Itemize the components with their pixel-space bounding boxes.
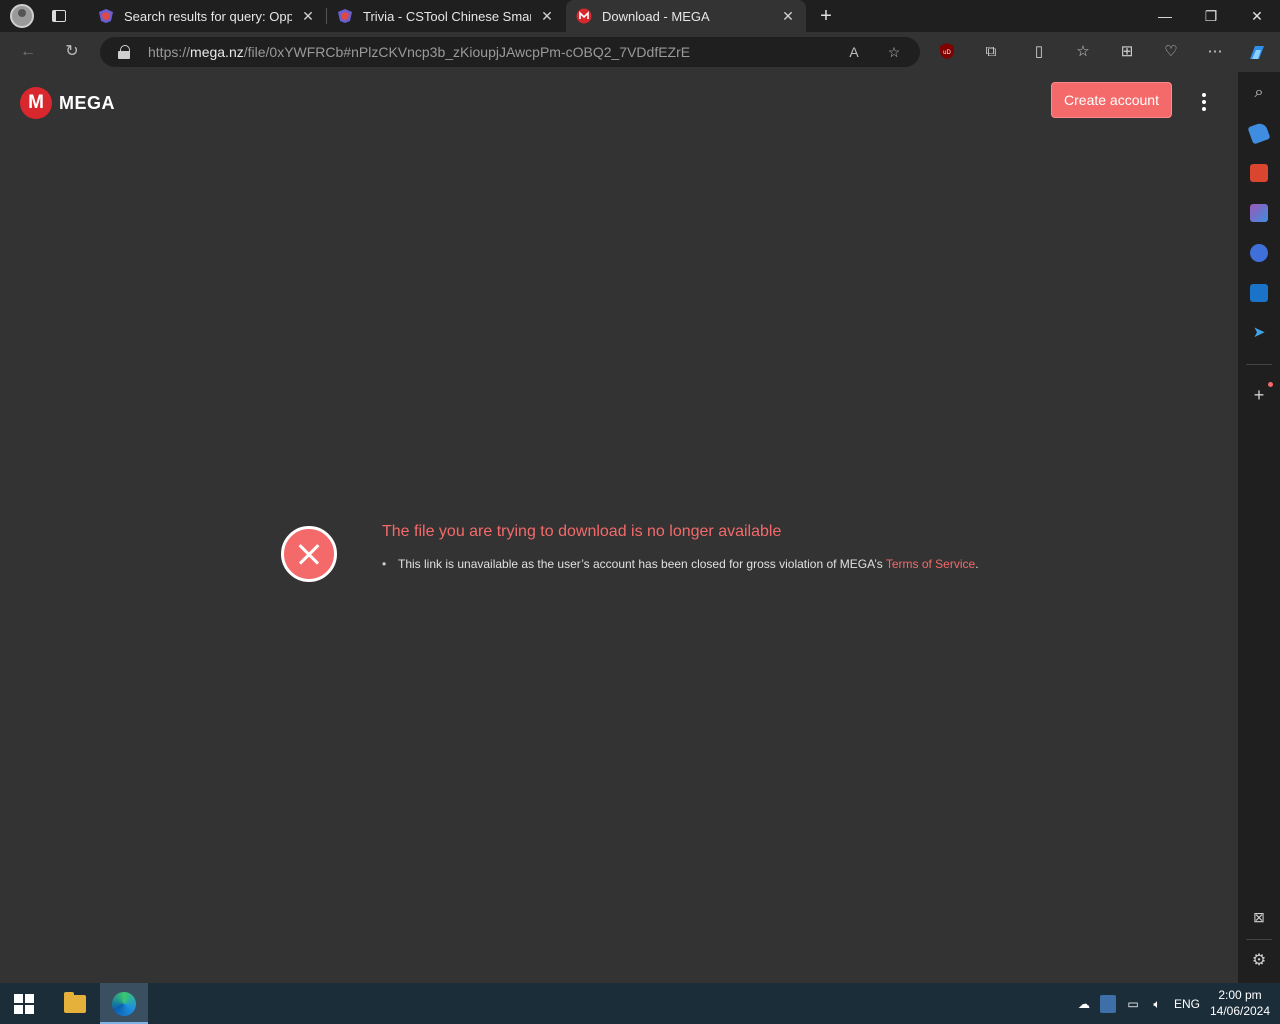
edge-browser-icon [112,992,136,1016]
sidebar-add-plus-icon[interactable]: + [1250,386,1268,404]
new-tab-plus-icon[interactable]: + [814,4,838,28]
extensions-puzzle-icon[interactable]: ⧉ [981,42,1001,62]
sidebar-separator [1246,364,1272,365]
error-x-icon [281,526,337,582]
browser-essentials-icon[interactable]: ♡ [1161,42,1181,62]
tab-search-results[interactable]: Search results for query: Oppo br ✕ [88,0,326,32]
url-text[interactable]: https://mega.nz/file/0xYWFRCb#nPlzCKVncp… [148,44,690,60]
terms-of-service-link[interactable]: Terms of Service [886,557,975,571]
mega-logo-icon: M [20,87,52,119]
ublock-origin-icon[interactable]: uD [937,42,957,62]
url-host: mega.nz [190,44,244,60]
cstool-favicon-icon [99,9,113,23]
mega-logo-text: MEGA [59,92,115,113]
input-language[interactable]: ENG [1172,995,1202,1013]
cstool-favicon-icon [338,9,352,23]
close-window-icon[interactable]: ✕ [1234,0,1280,32]
sidebar-tools-briefcase-icon[interactable] [1250,164,1268,182]
sidebar-settings-gear-icon[interactable]: ⚙ [1250,952,1268,970]
sidebar-microsoft365-icon[interactable] [1250,244,1268,262]
settings-more-icon[interactable]: ⋯ [1205,42,1225,62]
sidebar-outlook-icon[interactable] [1250,284,1268,302]
windows-start-icon[interactable] [14,994,34,1014]
url-scheme: https:// [148,44,191,60]
tab-title: Trivia - CSTool Chinese Smart Pho [363,8,531,24]
sidebar-separator [1246,939,1272,940]
tab-title: Search results for query: Oppo br [124,8,292,24]
close-tab-icon[interactable]: ✕ [300,8,316,25]
tab-download-mega[interactable]: Download - MEGA ✕ [566,0,806,32]
mega-page: M MEGA Create account The file you are t… [0,72,1238,983]
mega-favicon-icon [576,8,592,24]
close-tab-icon[interactable]: ✕ [539,8,555,25]
url-path: /file/0xYWFRCb#nPlzCKVncp3b_zKioupjJAwcp… [243,44,691,60]
taskbar-edge-button[interactable] [100,983,148,1024]
error-title: The file you are trying to download is n… [382,523,782,540]
more-options-icon[interactable] [1196,90,1212,114]
clock-date: 14/06/2024 [1209,1004,1271,1018]
file-explorer-icon[interactable] [64,992,86,1013]
tab-title: Download - MEGA [602,8,710,24]
minimize-window-icon[interactable]: — [1142,0,1188,32]
read-aloud-icon[interactable]: A [846,44,862,60]
sidebar-telegram-icon[interactable]: ➤ [1250,324,1268,342]
tab-actions-icon[interactable] [48,5,70,27]
create-account-button[interactable]: Create account [1051,82,1172,118]
network-icon[interactable]: ▭ [1124,995,1142,1013]
clock-time: 2:00 pm [1218,988,1262,1002]
profile-avatar-icon[interactable] [10,4,34,28]
svg-text:uD: uD [943,50,951,56]
tab-trivia[interactable]: Trivia - CSTool Chinese Smart Pho ✕ [327,0,565,32]
favorite-star-icon[interactable]: ☆ [886,44,902,60]
volume-icon[interactable]: 🔈︎ [1148,995,1166,1013]
error-detail-end: . [975,557,979,571]
back-arrow-icon[interactable]: ← [16,40,40,64]
taskbar-clock[interactable]: 2:00 pm 14/06/2024 [1206,987,1274,1019]
refresh-icon[interactable]: ↻ [60,40,84,64]
weather-tray-icon[interactable]: ☁ [1076,995,1092,1013]
app-tray-icon[interactable] [1100,995,1116,1013]
address-bar[interactable]: https://mega.nz/file/0xYWFRCb#nPlzCKVncp… [100,37,920,67]
split-screen-icon[interactable]: ▯ [1029,42,1049,62]
favorites-icon[interactable]: ☆ [1073,42,1093,62]
close-tab-icon[interactable]: ✕ [780,8,796,25]
sidebar-games-icon[interactable] [1250,204,1268,222]
windows-taskbar: ☁ ▭ 🔈︎ ENG 2:00 pm 14/06/2024 [0,983,1280,1024]
bullet-dot: • [382,557,387,571]
collections-icon[interactable]: ⊞ [1117,42,1137,62]
copilot-icon[interactable] [1246,42,1266,62]
edge-sidebar: ⌕ ➤ + ⊠ ⚙ [1238,72,1280,983]
sidebar-hide-icon[interactable]: ⊠ [1250,908,1268,926]
sidebar-search-icon[interactable]: ⌕ [1250,84,1268,102]
error-detail-text: This link is unavailable as the user’s a… [398,557,886,571]
sidebar-shopping-tag-icon[interactable] [1247,121,1271,145]
restore-window-icon[interactable]: ❐ [1188,0,1234,32]
lock-icon[interactable] [118,45,132,59]
navigation-bar: ← ↻ https://mega.nz/file/0xYWFRCb#nPlzCK… [0,32,1280,72]
error-detail: • This link is unavailable as the user’s … [382,557,979,571]
mega-logo[interactable]: M MEGA [20,87,115,119]
notification-dot [1268,382,1273,387]
